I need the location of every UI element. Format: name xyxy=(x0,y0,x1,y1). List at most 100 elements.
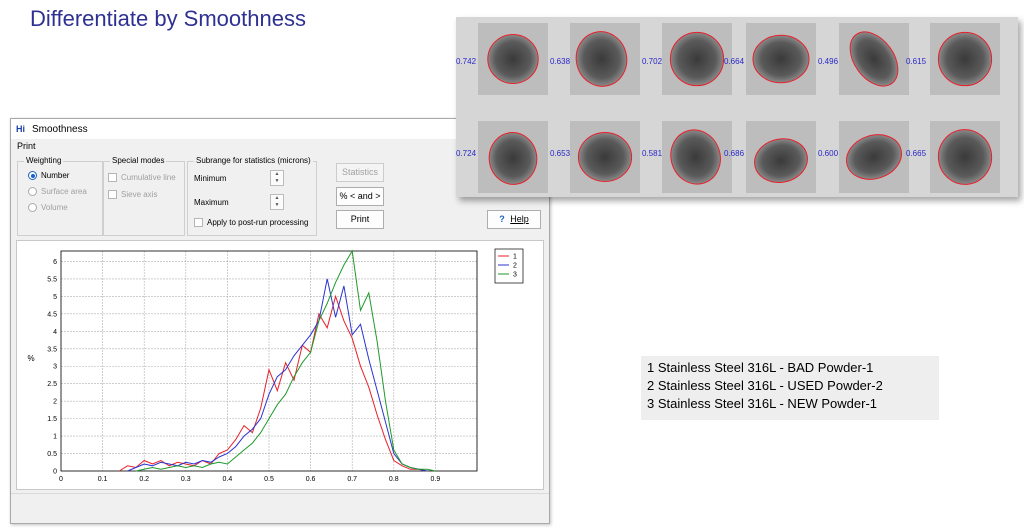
maximum-label: Maximum xyxy=(194,198,229,207)
slide: Differentiate by Smoothness Hi Smoothnes… xyxy=(0,0,1024,529)
checkbox-sieve-axis[interactable]: Sieve axis xyxy=(108,190,157,199)
radio-volume[interactable]: Volume xyxy=(28,203,68,212)
y-tick-label: 5 xyxy=(53,294,57,301)
subrange-label: Subrange for statistics (microns) xyxy=(194,156,313,165)
particle-smoothness-value: 0.686 xyxy=(724,149,745,158)
particle-smoothness-value: 0.724 xyxy=(456,149,477,158)
particle-outline xyxy=(488,132,538,185)
y-tick-label: 1 xyxy=(53,434,57,441)
x-tick-label: 0.6 xyxy=(306,476,316,483)
radio-number[interactable]: Number xyxy=(28,171,69,180)
particle-smoothness-value: 0.615 xyxy=(906,57,927,66)
checkbox-icon xyxy=(108,190,117,199)
maximum-spinner[interactable]: ▲ ▼ xyxy=(270,194,284,210)
status-bar xyxy=(11,493,549,523)
minimum-spinner[interactable]: ▲ ▼ xyxy=(270,170,284,186)
particle-smoothness-value: 0.581 xyxy=(642,149,663,158)
sample-legend-box: 1 Stainless Steel 316L - BAD Powder-1 2 … xyxy=(641,356,939,420)
particle-outline xyxy=(487,34,539,84)
special-modes-group: Special modes Cumulative line Sieve axis xyxy=(103,156,185,236)
range-button[interactable]: % < and > xyxy=(336,187,384,206)
particle-outline xyxy=(846,134,902,180)
cumulative-line-label: Cumulative line xyxy=(121,173,176,182)
y-tick-label: 6 xyxy=(53,259,57,266)
y-axis-label: % xyxy=(27,354,34,363)
x-tick-label: 0.3 xyxy=(181,476,191,483)
checkbox-icon xyxy=(108,173,117,182)
app-logo-icon: Hi xyxy=(16,123,25,134)
window-title: Smoothness xyxy=(32,123,88,135)
special-modes-label: Special modes xyxy=(110,156,167,165)
y-tick-label: 1.5 xyxy=(47,416,57,423)
particle-image xyxy=(662,121,732,193)
chart-area: 0 0.1 0.2 0.3 0.4 0.5 0.6 0.7 0.8 0.9 0 0.5 1 1.5 2 2.5… xyxy=(16,240,544,490)
particle-image xyxy=(478,23,548,95)
radio-number-label: Number xyxy=(41,171,70,180)
particle-image xyxy=(746,121,816,193)
particle-outline xyxy=(754,138,808,183)
particle-smoothness-value: 0.665 xyxy=(906,149,927,158)
radio-selected-icon xyxy=(28,171,37,180)
x-tick-label: 0.4 xyxy=(223,476,233,483)
statistics-button[interactable]: Statistics xyxy=(336,163,384,182)
particle-image xyxy=(570,121,640,193)
checkbox-apply-post-run[interactable]: Apply to post-run processing xyxy=(194,218,308,227)
y-tick-label: 4.5 xyxy=(47,311,57,318)
menu-item-print[interactable]: Print xyxy=(17,141,36,151)
particle-outline xyxy=(849,31,899,87)
particle-outline xyxy=(577,132,633,182)
x-tick-label: 0 xyxy=(59,476,63,483)
checkbox-icon xyxy=(194,218,203,227)
smoothness-chart: 0 0.1 0.2 0.3 0.4 0.5 0.6 0.7 0.8 0.9 0 0.5 1 1.5 2 2.5… xyxy=(27,248,524,483)
x-tick-label: 0.8 xyxy=(389,476,399,483)
particle-smoothness-value: 0.702 xyxy=(642,57,663,66)
particle-outline xyxy=(937,129,993,185)
radio-icon xyxy=(28,203,37,212)
weighting-group: Weighting Number Surface area Volume xyxy=(17,156,103,236)
x-tick-label: 0.7 xyxy=(347,476,357,483)
particle-image xyxy=(662,23,732,95)
apply-post-run-label: Apply to post-run processing xyxy=(207,218,309,227)
particle-smoothness-value: 0.600 xyxy=(818,149,839,158)
y-tick-label: 3.5 xyxy=(47,346,57,353)
radio-surface-area[interactable]: Surface area xyxy=(28,187,87,196)
weighting-label: Weighting xyxy=(24,156,64,165)
help-icon: ? xyxy=(499,214,505,224)
particle-smoothness-value: 0.496 xyxy=(818,57,839,66)
particle-image xyxy=(478,121,548,193)
print-button[interactable]: Print xyxy=(336,210,384,229)
legend-entry-1: 1 xyxy=(513,254,517,261)
x-tick-label: 0.9 xyxy=(431,476,441,483)
particle-outline xyxy=(575,31,628,87)
sample-legend-line-2: 2 Stainless Steel 316L - USED Powder-2 xyxy=(647,378,883,393)
sieve-axis-label: Sieve axis xyxy=(121,190,158,199)
particle-image-panel: 0.742 0.638 0.702 0.664 0.496 0.615 0.724 0.653… xyxy=(456,17,1018,197)
y-tick-label: 0.5 xyxy=(47,451,57,458)
y-tick-label: 3 xyxy=(53,364,57,371)
particle-image xyxy=(930,23,1000,95)
particle-smoothness-value: 0.638 xyxy=(550,57,571,66)
particle-smoothness-value: 0.664 xyxy=(724,57,745,66)
particle-image xyxy=(839,121,909,193)
radio-surface-area-label: Surface area xyxy=(41,187,87,196)
y-tick-label: 4 xyxy=(53,329,57,336)
help-button[interactable]: ? Help xyxy=(487,210,541,229)
y-tick-label: 5.5 xyxy=(47,276,57,283)
radio-icon xyxy=(28,187,37,196)
particle-smoothness-value: 0.742 xyxy=(456,57,477,66)
particle-image xyxy=(746,23,816,95)
y-tick-label: 2.5 xyxy=(47,381,57,388)
x-tick-label: 0.1 xyxy=(98,476,108,483)
minimum-label: Minimum xyxy=(194,174,227,183)
chart-legend-frame xyxy=(494,248,524,284)
sample-legend-line-3: 3 Stainless Steel 316L - NEW Powder-1 xyxy=(647,396,878,411)
particle-image xyxy=(839,23,909,95)
particle-outline xyxy=(670,129,721,185)
particle-outline xyxy=(752,34,810,84)
x-tick-label: 0.2 xyxy=(139,476,149,483)
checkbox-cumulative-line[interactable]: Cumulative line xyxy=(108,173,176,182)
radio-volume-label: Volume xyxy=(41,203,68,212)
slide-title: Differentiate by Smoothness xyxy=(30,6,306,31)
particle-image xyxy=(570,23,640,95)
y-tick-label: 0 xyxy=(53,469,57,476)
